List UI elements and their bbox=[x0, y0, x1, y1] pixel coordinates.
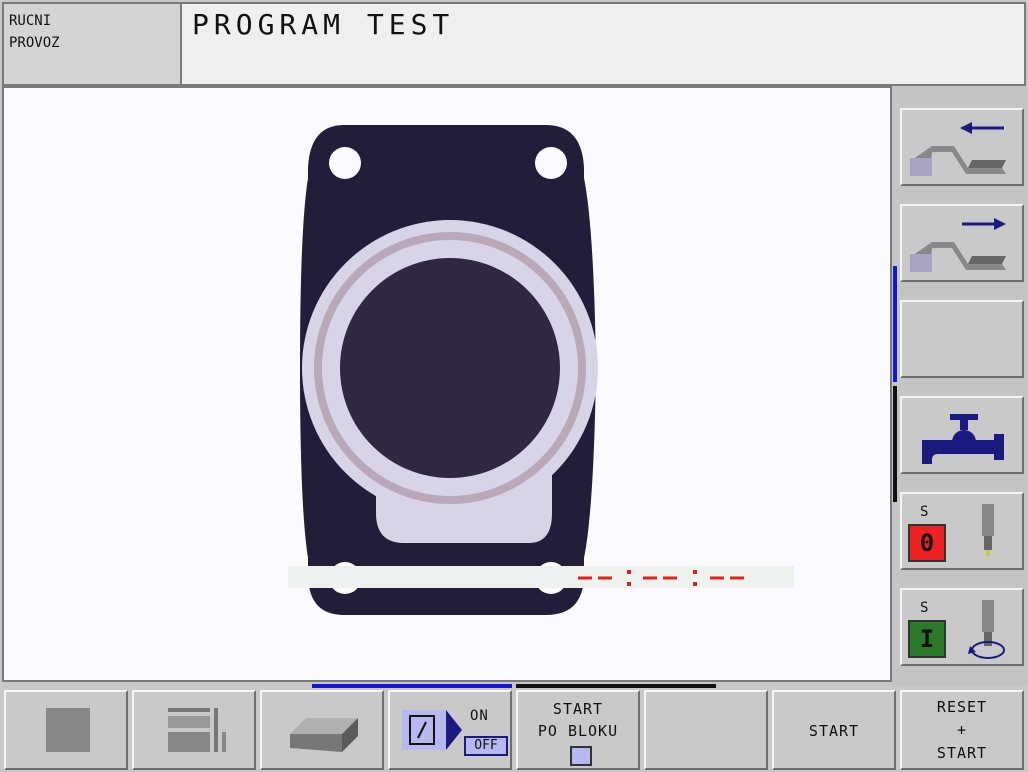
block-skip-off: OFF bbox=[464, 736, 508, 756]
machine-arrow-left-icon bbox=[910, 122, 1006, 176]
workpiece-graphic bbox=[300, 125, 598, 615]
softkey-stop[interactable] bbox=[4, 690, 128, 770]
spindle-icon bbox=[982, 504, 994, 556]
reset-start-line-3: START bbox=[936, 744, 988, 762]
faucet-icon bbox=[922, 414, 1004, 464]
stop-square-icon bbox=[46, 708, 90, 752]
scroll-indicator bbox=[893, 386, 897, 502]
softkey-coolant[interactable] bbox=[900, 396, 1024, 474]
workpiece-block-icon bbox=[290, 718, 358, 752]
window-layout-icon bbox=[168, 708, 226, 752]
vertical-softkey-panel: S 0 S I bbox=[892, 86, 1028, 686]
softkey-workpiece[interactable] bbox=[260, 690, 384, 770]
mode-line-2: PROVOZ bbox=[9, 35, 60, 51]
softkey-row-indicator bbox=[516, 684, 716, 688]
page-title: PROGRAM TEST bbox=[192, 8, 455, 41]
block-skip-on: ON bbox=[470, 708, 489, 724]
softkey-start-block[interactable]: START PO BLOKU bbox=[516, 690, 640, 770]
softkey-row-indicator-active bbox=[312, 684, 512, 688]
softkey-spindle-on[interactable]: S I bbox=[900, 588, 1024, 666]
start-block-line-2: PO BLOKU bbox=[537, 722, 619, 740]
title-bar: PROGRAM TEST bbox=[182, 2, 1026, 86]
simulation-graphics bbox=[2, 86, 892, 682]
softkey-spindle-off[interactable]: S 0 bbox=[900, 492, 1024, 570]
bolt-hole bbox=[535, 147, 567, 179]
softkey-empty-bottom[interactable] bbox=[644, 690, 768, 770]
start-label: START bbox=[808, 722, 860, 740]
center-pocket bbox=[340, 258, 560, 478]
reset-start-line-1: RESET bbox=[936, 698, 988, 716]
softkey-start[interactable]: START bbox=[772, 690, 896, 770]
start-block-line-1: START bbox=[552, 700, 604, 718]
scroll-indicator-active bbox=[893, 266, 897, 382]
start-block-indicator bbox=[570, 746, 592, 766]
softkey-page-left[interactable] bbox=[900, 108, 1024, 186]
softkey-view[interactable] bbox=[132, 690, 256, 770]
machine-arrow-right-icon bbox=[910, 218, 1006, 272]
mode-line-1: RUCNI bbox=[9, 13, 52, 29]
reset-start-line-2: + bbox=[956, 721, 968, 739]
softkey-reset-start[interactable]: RESET + START bbox=[900, 690, 1024, 770]
bolt-hole bbox=[329, 147, 361, 179]
softkey-empty[interactable] bbox=[900, 300, 1024, 378]
softkey-block-skip[interactable]: ON OFF bbox=[388, 690, 512, 770]
scale-bar bbox=[288, 566, 794, 588]
spindle-rotate-icon bbox=[968, 600, 1005, 659]
mode-indicator: RUCNI PROVOZ bbox=[2, 2, 182, 86]
softkey-page-right[interactable] bbox=[900, 204, 1024, 282]
block-skip-icon bbox=[402, 710, 462, 750]
